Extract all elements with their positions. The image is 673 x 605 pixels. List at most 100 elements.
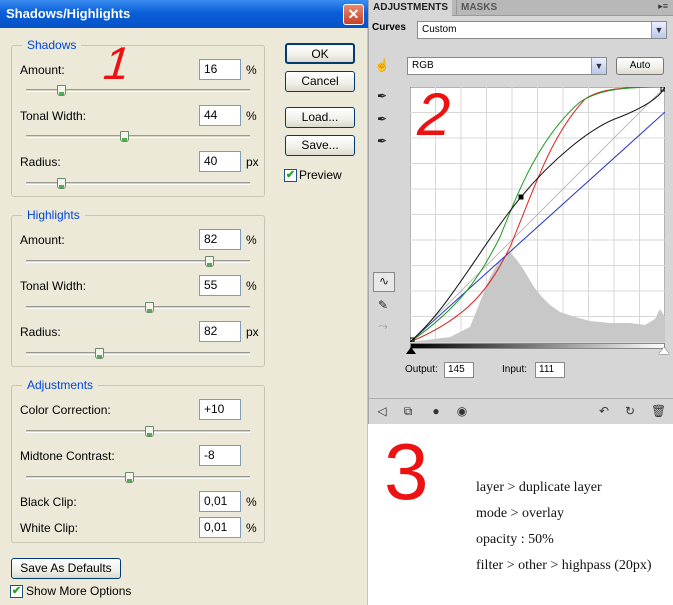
back-arrow-icon[interactable]: ◁	[375, 404, 389, 418]
shadows-legend: Shadows	[22, 38, 82, 52]
highlights-radius-slider[interactable]	[95, 348, 105, 359]
dialog-title: Shadows/Highlights	[0, 0, 368, 28]
shadows-amount-slider[interactable]	[57, 85, 67, 96]
preview-checkbox[interactable]: ✔	[284, 169, 297, 182]
shadows-amount-label: Amount:	[20, 63, 65, 77]
color-correction-label: Color Correction:	[20, 403, 111, 417]
midtone-contrast-label: Midtone Contrast:	[20, 449, 115, 463]
input-input[interactable]: 111	[535, 362, 565, 378]
step-1: layer > duplicate layer	[476, 480, 602, 495]
highlights-legend: Highlights	[22, 208, 85, 222]
highlights-tonal-width-unit: %	[246, 279, 257, 293]
curve-point-icon[interactable]: ∿	[373, 272, 395, 292]
channel-select[interactable]: RGB ▼	[407, 57, 607, 75]
marker-2: 2	[417, 81, 451, 148]
adjustments-panel: ADJUSTMENTS MASKS ▸≡ Curves Custom ▼ ☝ ✒…	[368, 0, 673, 424]
preset-value: Custom	[422, 24, 457, 35]
trash-icon[interactable]: 🗑	[651, 404, 666, 418]
white-clip-label: White Clip:	[20, 521, 79, 535]
highlights-tonal-width-slider[interactable]	[144, 302, 154, 313]
tab-adjustments[interactable]: ADJUSTMENTS	[369, 0, 453, 16]
shadows-highlights-dialog: Shadows/Highlights ✕ Shadows Amount: 16 …	[0, 0, 368, 605]
dropdown-arrow-icon: ▼	[591, 58, 606, 74]
input-gradient-bar	[410, 343, 665, 349]
cancel-button[interactable]: Cancel	[285, 71, 355, 92]
highlights-radius-unit: px	[246, 325, 259, 339]
eye-icon[interactable]: ◉	[455, 404, 469, 418]
curve-control-point	[518, 194, 524, 200]
hand-target-icon[interactable]: ☝	[374, 57, 390, 73]
shadows-amount-unit: %	[246, 63, 257, 77]
checkmark-icon: ✔	[285, 169, 296, 181]
shadows-radius-label: Radius:	[20, 155, 61, 169]
layer-visibility-icon[interactable]: ●	[429, 404, 443, 418]
dropdown-arrow-icon: ▼	[651, 22, 666, 38]
channel-value: RGB	[412, 60, 434, 71]
white-clip-input[interactable]: 0,01	[199, 517, 241, 538]
adjustments-legend: Adjustments	[22, 378, 99, 392]
highlights-tonal-width-label: Tonal Width:	[20, 279, 87, 293]
black-clip-input[interactable]: 0,01	[199, 491, 241, 512]
shadows-radius-input[interactable]: 40	[199, 151, 241, 172]
auto-button[interactable]: Auto	[616, 57, 664, 75]
marker-3: 3	[384, 427, 429, 516]
panel-tabbar: ADJUSTMENTS MASKS ▸≡	[369, 0, 673, 16]
shadows-amount-input[interactable]: 16	[199, 59, 241, 80]
shadows-tonal-width-input[interactable]: 44	[199, 105, 241, 126]
black-point-slider[interactable]	[406, 347, 416, 354]
highlights-radius-track[interactable]	[26, 352, 250, 355]
tab-masks[interactable]: MASKS	[456, 0, 501, 16]
checkmark-icon: ✔	[11, 585, 22, 597]
midtone-contrast-slider[interactable]	[124, 472, 134, 483]
shadows-radius-slider[interactable]	[57, 178, 67, 189]
reset-icon[interactable]: ↶	[597, 404, 611, 418]
ok-button[interactable]: OK	[285, 43, 355, 64]
output-label: Output:	[405, 364, 438, 375]
color-correction-input[interactable]: +10	[199, 399, 241, 420]
shadows-tonal-width-slider[interactable]	[120, 131, 130, 142]
white-point-slider[interactable]	[659, 347, 669, 354]
preset-select[interactable]: Custom ▼	[417, 21, 667, 39]
shadows-tonal-width-label: Tonal Width:	[20, 109, 87, 123]
shadows-tonal-width-track[interactable]	[26, 135, 250, 138]
highlights-tonal-width-input[interactable]: 55	[199, 275, 241, 296]
highlights-radius-label: Radius:	[20, 325, 61, 339]
close-icon[interactable]: ✕	[343, 4, 364, 25]
midtone-contrast-track[interactable]	[26, 476, 250, 479]
color-correction-slider[interactable]	[144, 426, 154, 437]
eyedropper-icon[interactable]: ✒	[374, 88, 390, 104]
eyedropper-icon[interactable]: ✒	[374, 133, 390, 149]
clip-icon[interactable]: ⧉	[401, 404, 415, 418]
panel-menu-icon[interactable]: ▸≡	[658, 1, 668, 12]
white-clip-unit: %	[246, 521, 257, 535]
highlights-radius-input[interactable]: 82	[199, 321, 241, 342]
panel-bottom-bar: ◁ ⧉ ● ◉ ↶ ↻ 🗑	[369, 398, 673, 424]
midtone-contrast-input[interactable]: -8	[199, 445, 241, 466]
pencil-icon[interactable]: ✎	[375, 297, 391, 313]
save-as-defaults-button[interactable]: Save As Defaults	[11, 558, 121, 579]
shadows-radius-unit: px	[246, 155, 259, 169]
output-input[interactable]: 145	[444, 362, 474, 378]
step-2: mode > overlay	[476, 506, 564, 521]
black-clip-label: Black Clip:	[20, 495, 77, 509]
input-label: Input:	[502, 364, 528, 375]
shadows-tonal-width-unit: %	[246, 109, 257, 123]
highlights-amount-input[interactable]: 82	[199, 229, 241, 250]
highlights-amount-label: Amount:	[20, 233, 65, 247]
show-more-options-checkbox[interactable]: ✔	[10, 585, 23, 598]
show-more-options-label: Show More Options	[26, 584, 132, 598]
load-button[interactable]: Load...	[285, 107, 355, 128]
color-correction-track[interactable]	[26, 430, 250, 433]
refresh-icon[interactable]: ↻	[623, 404, 637, 418]
step-4: filter > other > highpass (20px)	[476, 558, 652, 573]
eyedropper-icon[interactable]: ✒	[374, 111, 390, 127]
step-3: opacity : 50%	[476, 532, 554, 547]
black-clip-unit: %	[246, 495, 257, 509]
highlights-amount-slider[interactable]	[205, 256, 215, 267]
preview-label: Preview	[299, 168, 342, 182]
highlights-amount-track[interactable]	[26, 260, 250, 263]
save-button[interactable]: Save...	[285, 135, 355, 156]
preset-label: Curves	[372, 22, 406, 33]
highlights-tonal-width-track[interactable]	[26, 306, 250, 309]
smooth-icon[interactable]: ⤳	[375, 318, 391, 334]
